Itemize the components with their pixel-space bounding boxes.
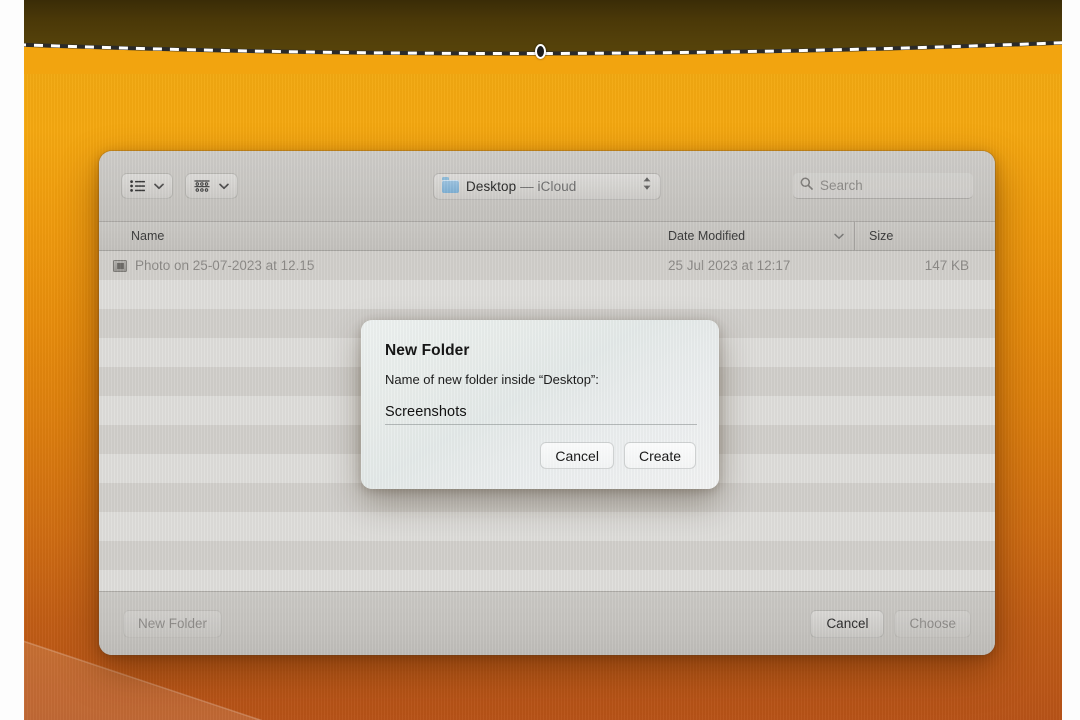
column-label: Size <box>869 229 894 243</box>
dialog-prompt: Name of new folder inside “Desktop”: <box>385 372 599 387</box>
list-view-icon <box>130 180 145 192</box>
search-icon <box>800 177 813 195</box>
file-date: 25 Jul 2023 at 12:17 <box>668 258 791 273</box>
image-file-icon <box>113 259 127 272</box>
cancel-button[interactable]: Cancel <box>810 609 885 638</box>
new-folder-dialog: New Folder Name of new folder inside “De… <box>361 320 719 489</box>
chevron-down-icon <box>154 183 164 190</box>
column-label: Date Modified <box>668 229 746 243</box>
table-row[interactable]: Photo on 25-07-2023 at 12.15 25 Jul 2023… <box>99 251 995 280</box>
dialog-actions: Cancel Create <box>540 442 696 469</box>
file-name-cell: Photo on 25-07-2023 at 12.15 <box>99 258 654 273</box>
empty-row <box>99 280 995 309</box>
photographed-screen-scene: Desktop — iCloud Search Name Date Modifi… <box>0 0 1080 720</box>
location-name: Desktop <box>466 178 517 194</box>
column-header-row: Name Date Modified Size <box>99 221 995 251</box>
search-input[interactable]: Search <box>793 173 973 199</box>
dialog-cancel-button[interactable]: Cancel <box>540 442 614 469</box>
file-name: Photo on 25-07-2023 at 12.15 <box>135 258 315 273</box>
column-label: Name <box>131 229 165 243</box>
dialog-create-button[interactable]: Create <box>623 442 696 469</box>
chevron-down-icon <box>834 229 844 243</box>
column-header-size[interactable]: Size <box>854 222 995 250</box>
location-suffix: — iCloud <box>520 178 577 194</box>
view-mode-button[interactable] <box>121 173 173 199</box>
empty-row <box>99 570 995 591</box>
new-folder-button[interactable]: New Folder <box>123 609 223 638</box>
window-toolbar: Desktop — iCloud Search <box>99 151 995 221</box>
group-by-button[interactable] <box>185 173 238 199</box>
location-label: Desktop — iCloud <box>466 179 576 194</box>
folder-icon <box>442 176 459 193</box>
search-placeholder: Search <box>820 178 863 193</box>
file-size: 147 KB <box>924 258 969 273</box>
empty-row <box>99 512 995 541</box>
column-header-name[interactable]: Name <box>99 222 654 250</box>
choose-button[interactable]: Choose <box>894 609 971 638</box>
empty-row <box>99 541 995 570</box>
group-by-icon <box>194 179 210 193</box>
dialog-title: New Folder <box>385 342 470 359</box>
selection-handle[interactable] <box>535 44 546 59</box>
folder-name-input[interactable]: Screenshots <box>385 400 697 425</box>
location-popup-button[interactable]: Desktop — iCloud <box>433 172 661 200</box>
column-header-date-modified[interactable]: Date Modified <box>654 222 854 250</box>
up-down-stepper-icon <box>642 176 652 196</box>
window-footer: New Folder Cancel Choose <box>99 591 995 655</box>
chevron-down-icon <box>219 183 229 190</box>
